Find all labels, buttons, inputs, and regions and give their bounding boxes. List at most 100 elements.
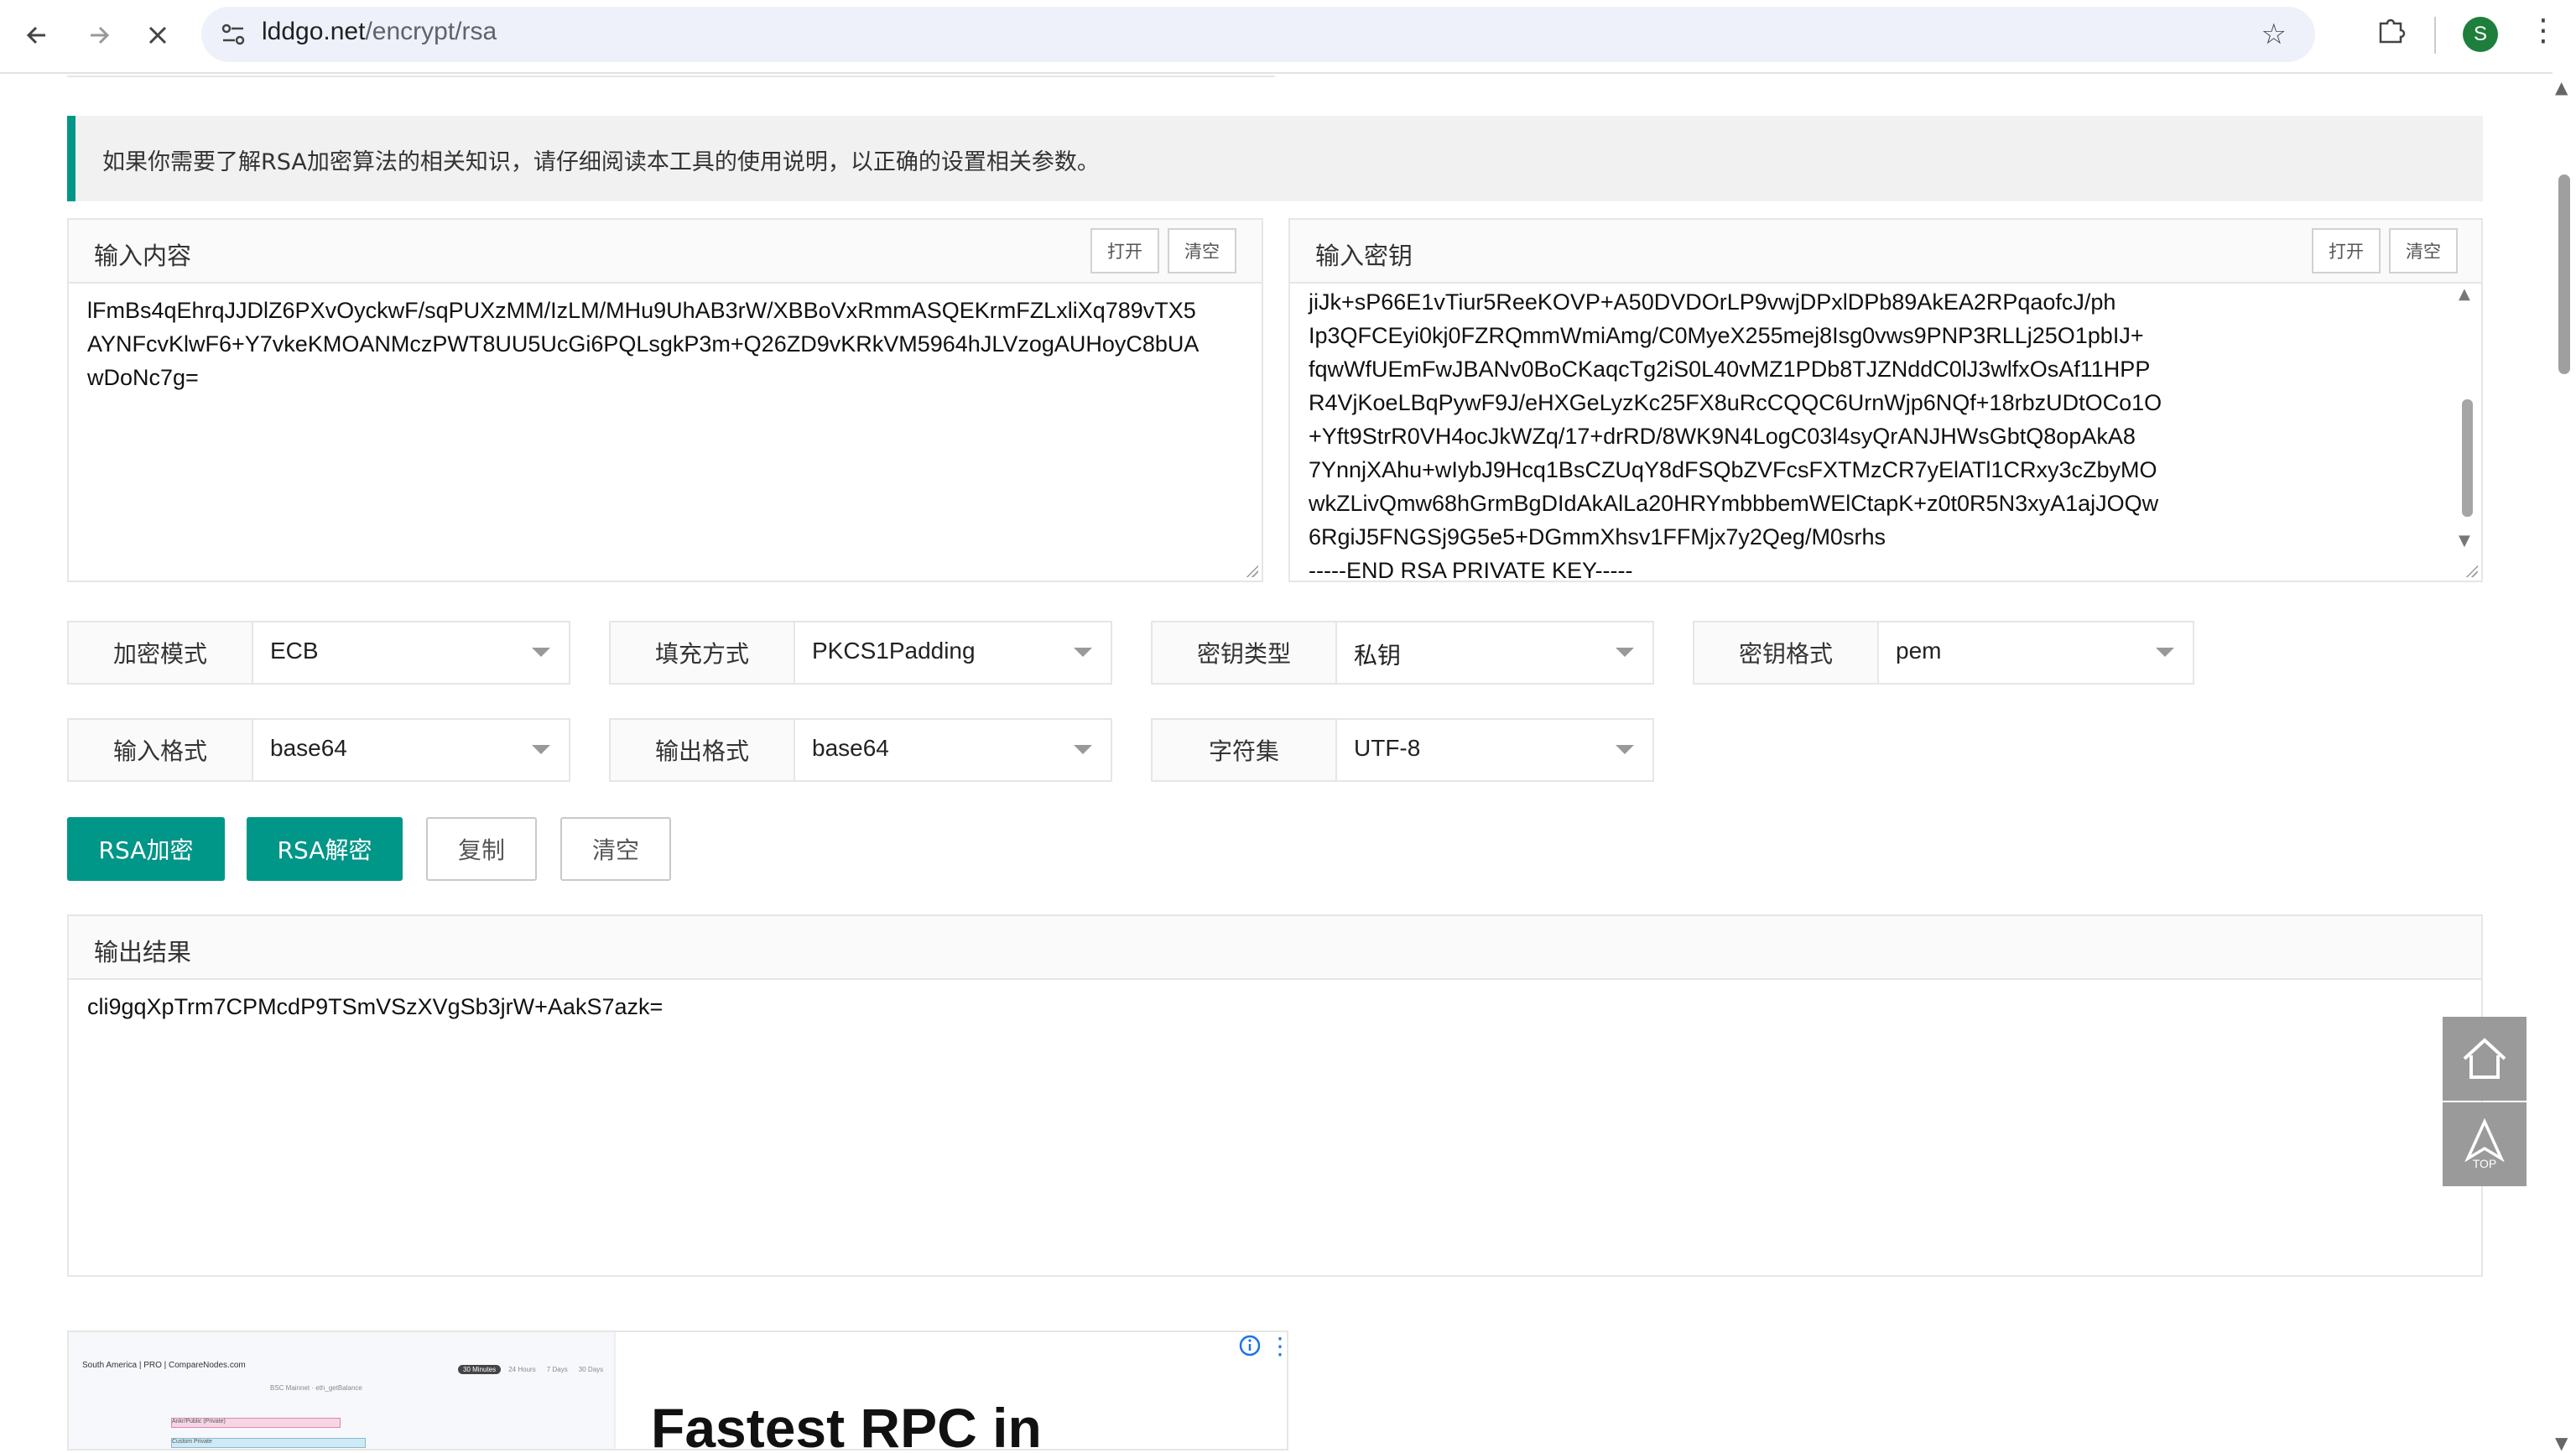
- chevron-down-icon[interactable]: [532, 745, 550, 754]
- padding-value[interactable]: PKCS1Padding: [812, 638, 976, 664]
- input-format-label: 输入格式: [69, 720, 253, 780]
- key-line: wkZLivQmw68hGrmBgDIdAkAlLa20HRYmbbbemWEl…: [1309, 491, 2159, 516]
- resize-handle-icon[interactable]: [1245, 564, 1258, 577]
- ad-preview-row: Ankr/Public (Private): [171, 1418, 341, 1428]
- address-bar[interactable]: lddgo.net/encrypt/rsa ☆: [201, 7, 2315, 62]
- select-encrypt-mode[interactable]: 加密模式 ECB: [67, 621, 570, 685]
- back-button[interactable]: [13, 12, 60, 59]
- scroll-down-arrow-icon[interactable]: ▼: [2459, 532, 2470, 549]
- key-line: jiJk+sP66E1vTiur5ReeKOVP+A50DVDOrLP9vwjD…: [1309, 289, 2116, 315]
- chevron-down-icon[interactable]: [1616, 648, 1634, 657]
- copy-button[interactable]: 复制: [426, 817, 537, 881]
- input-content-title: 输入内容: [94, 242, 192, 270]
- scroll-down-arrow-icon[interactable]: ▼: [2555, 1433, 2568, 1453]
- charset-value[interactable]: UTF-8: [1354, 735, 1420, 762]
- key-type-value[interactable]: 私钥: [1354, 638, 1401, 671]
- ad-preview-title: South America | PRO | CompareNodes.com: [82, 1361, 246, 1370]
- input-line: lFmBs4qEhrqJJDlZ6PXvOyckwF/sqPUXzMM/IzLM…: [87, 298, 1196, 323]
- select-key-type[interactable]: 密钥类型 私钥: [1151, 621, 1654, 685]
- output-result-textarea[interactable]: cli9gqXpTrm7CPMcdP9TSmVSzXVgSb3jrW+AakS7…: [87, 990, 2436, 1023]
- forward-button[interactable]: [75, 12, 122, 59]
- ad-headline[interactable]: Fastest RPC in: [651, 1396, 1042, 1449]
- chevron-down-icon[interactable]: [1074, 745, 1092, 754]
- site-info-icon[interactable]: [218, 19, 248, 49]
- input-format-value[interactable]: base64: [270, 735, 347, 762]
- notice-text: 如果你需要了解RSA加密算法的相关知识，请仔细阅读本工具的使用说明，以正确的设置…: [102, 149, 1100, 175]
- forward-arrow-icon: [91, 26, 110, 44]
- close-icon: [148, 26, 167, 44]
- output-format-label: 输出格式: [611, 720, 795, 780]
- input-content-panel: 输入内容 打开 清空 lFmBs4qEhrqJJDlZ6PXvOyckwF/sq…: [67, 218, 1263, 582]
- encrypt-mode-label: 加密模式: [69, 622, 253, 683]
- kebab-menu-icon[interactable]: ⋮: [2528, 13, 2558, 48]
- key-line: Ip3QFCEyi0kj0FZRQmmWmiAmg/C0MyeX255mej8I…: [1309, 323, 2144, 348]
- input-key-title: 输入密钥: [1315, 242, 1413, 270]
- chevron-down-icon[interactable]: [532, 648, 550, 657]
- input-key-panel: 输入密钥 打开 清空 jiJk+sP66E1vTiur5ReeKOVP+A50D…: [1288, 218, 2483, 583]
- clear-input-button[interactable]: 清空: [1168, 228, 1236, 273]
- ad-tab: 7 Days: [546, 1366, 568, 1373]
- page-scrollbar-thumb[interactable]: [2558, 174, 2570, 374]
- output-result-header: 输出结果: [69, 916, 2481, 980]
- key-line: fqwWfUEmFwJBANv0BoCKaqcTg2iS0L40vMZ1PDb8…: [1309, 357, 2151, 382]
- scroll-up-arrow-icon[interactable]: ▲: [2459, 285, 2470, 303]
- puzzle-icon[interactable]: [2376, 15, 2406, 45]
- ad-tab: 30 Days: [578, 1366, 604, 1373]
- stop-loading-button[interactable]: [134, 12, 181, 59]
- input-content-header: 输入内容 打开 清空: [69, 220, 1262, 284]
- input-key-header: 输入密钥 打开 清空: [1290, 220, 2481, 284]
- rsa-encrypt-button[interactable]: RSA加密: [67, 817, 225, 881]
- url-text[interactable]: lddgo.net/encrypt/rsa: [262, 18, 497, 46]
- rsa-decrypt-button[interactable]: RSA解密: [247, 817, 403, 881]
- back-arrow-icon: [26, 26, 45, 44]
- open-key-file-button[interactable]: 打开: [2312, 228, 2381, 273]
- star-icon[interactable]: ☆: [2261, 18, 2287, 51]
- key-line: +Yft9StrR0VH4ocJkWZq/17+drRD/8WK9N4LogC0…: [1309, 424, 2136, 449]
- key-line: -----END RSA PRIVATE KEY-----: [1309, 558, 1633, 583]
- home-icon: [2463, 1038, 2506, 1079]
- resize-handle-icon[interactable]: [2464, 564, 2478, 577]
- chevron-down-icon[interactable]: [1616, 745, 1634, 754]
- browser-toolbar: lddgo.net/encrypt/rsa ☆ S ⋮: [0, 0, 2576, 74]
- back-to-top-button[interactable]: TOP: [2443, 1102, 2527, 1186]
- advertisement[interactable]: South America | PRO | CompareNodes.com 3…: [67, 1331, 1288, 1450]
- select-key-format[interactable]: 密钥格式 pem: [1693, 621, 2194, 685]
- select-charset[interactable]: 字符集 UTF-8: [1151, 718, 1654, 782]
- input-key-textarea[interactable]: jiJk+sP66E1vTiur5ReeKOVP+A50DVDOrLP9vwjD…: [1309, 285, 2433, 587]
- charset-label: 字符集: [1153, 720, 1337, 780]
- input-content-textarea[interactable]: lFmBs4qEhrqJJDlZ6PXvOyckwF/sqPUXzMM/IzLM…: [87, 294, 1253, 394]
- chevron-down-icon[interactable]: [2156, 648, 2174, 657]
- info-icon[interactable]: [1238, 1334, 1262, 1357]
- clear-key-button[interactable]: 清空: [2389, 228, 2458, 273]
- clear-all-button[interactable]: 清空: [560, 817, 671, 881]
- key-line: R4VjKoeLBqPywF9J/eHXGeLyzKc25FX8uRcCQQC6…: [1309, 390, 2162, 415]
- ad-preview-image: South America | PRO | CompareNodes.com 3…: [69, 1332, 616, 1449]
- key-line: 6RgiJ5FNGSj9G5e5+DGmmXhsv1FFMjx7y2Qeg/M0…: [1309, 524, 1886, 549]
- select-input-format[interactable]: 输入格式 base64: [67, 718, 570, 782]
- chevron-down-icon[interactable]: [1074, 648, 1092, 657]
- kebab-menu-icon[interactable]: ⋮: [1268, 1332, 1287, 1360]
- home-button[interactable]: [2443, 1017, 2527, 1101]
- padding-label: 填充方式: [611, 622, 795, 683]
- url-host: lddgo.net: [262, 18, 366, 45]
- key-type-label: 密钥类型: [1153, 622, 1337, 683]
- usage-notice: 如果你需要了解RSA加密算法的相关知识，请仔细阅读本工具的使用说明，以正确的设置…: [67, 116, 2483, 201]
- key-format-value[interactable]: pem: [1896, 638, 1941, 664]
- encrypt-mode-value[interactable]: ECB: [270, 638, 319, 664]
- input-line: AYNFcvKlwF6+Y7vkeKMOANMczPWT8UU5UcGi6PQL…: [87, 331, 1200, 357]
- avatar[interactable]: S: [2463, 17, 2498, 52]
- header-remnant: [67, 72, 1275, 77]
- top-label: TOP: [2472, 1157, 2497, 1170]
- key-textarea-scrollbar-thumb[interactable]: [2462, 399, 2473, 517]
- select-padding[interactable]: 填充方式 PKCS1Padding: [609, 621, 1112, 685]
- url-path: /encrypt/rsa: [365, 18, 497, 45]
- toolbar-divider: [2434, 17, 2436, 54]
- output-result-title: 输出结果: [94, 938, 192, 966]
- key-format-label: 密钥格式: [1694, 622, 1879, 683]
- ad-preview-tabs: 30 Minutes 24 Hours 7 Days 30 Days: [458, 1359, 609, 1374]
- select-output-format[interactable]: 输出格式 base64: [609, 718, 1112, 782]
- scroll-up-arrow-icon[interactable]: ▲: [2555, 77, 2568, 97]
- key-line: 7YnnjXAhu+wIybJ9Hcq1BsCZUqY8dFSQbZVFcsFX…: [1309, 457, 2157, 482]
- output-format-value[interactable]: base64: [812, 735, 889, 762]
- open-file-button[interactable]: 打开: [1090, 228, 1159, 273]
